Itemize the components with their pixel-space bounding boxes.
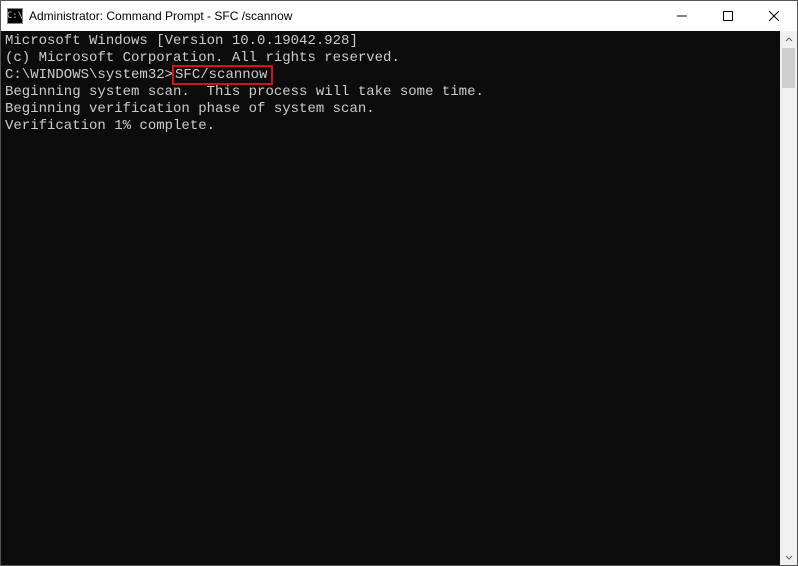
scrollbar-thumb[interactable] — [782, 48, 795, 88]
output-line: Microsoft Windows [Version 10.0.19042.92… — [5, 33, 776, 50]
vertical-scrollbar[interactable] — [780, 31, 797, 565]
minimize-button[interactable] — [659, 1, 705, 31]
command-prompt-window: C:\ Administrator: Command Prompt - SFC … — [0, 0, 798, 566]
chevron-down-icon — [785, 553, 793, 561]
scroll-up-button[interactable] — [780, 31, 797, 48]
app-icon: C:\ — [7, 8, 23, 24]
maximize-icon — [723, 11, 733, 21]
output-line: Beginning system scan. This process will… — [5, 84, 776, 101]
output-line: Beginning verification phase of system s… — [5, 101, 776, 118]
entered-command: SFC/scannow — [175, 67, 267, 83]
output-line: Verification 1% complete. — [5, 118, 776, 135]
console-output[interactable]: Microsoft Windows [Version 10.0.19042.92… — [1, 31, 780, 565]
prompt-path: C:\WINDOWS\system32> — [5, 67, 173, 83]
scroll-down-button[interactable] — [780, 548, 797, 565]
output-line: (c) Microsoft Corporation. All rights re… — [5, 50, 776, 67]
close-button[interactable] — [751, 1, 797, 31]
minimize-icon — [677, 11, 687, 21]
client-area: Microsoft Windows [Version 10.0.19042.92… — [1, 31, 797, 565]
prompt-line: C:\WINDOWS\system32>SFC/scannow — [5, 67, 776, 84]
command-highlight: SFC/scannow — [172, 65, 273, 85]
close-icon — [769, 11, 779, 21]
titlebar[interactable]: C:\ Administrator: Command Prompt - SFC … — [1, 1, 797, 31]
window-title: Administrator: Command Prompt - SFC /sca… — [29, 9, 292, 23]
chevron-up-icon — [785, 36, 793, 44]
maximize-button[interactable] — [705, 1, 751, 31]
